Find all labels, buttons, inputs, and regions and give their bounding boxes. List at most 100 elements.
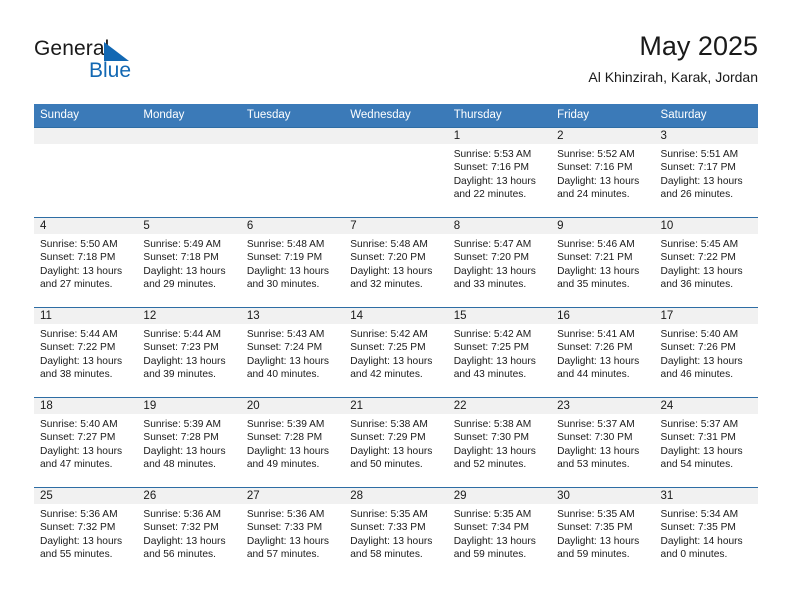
sunrise-text: Sunrise: 5:42 AM [350, 329, 428, 340]
daylight-text-line1: Daylight: 13 hours [40, 535, 123, 547]
day-number: 25 [34, 488, 138, 504]
daylight-text-line2: and 46 minutes. [660, 368, 734, 380]
sunset-text: Sunset: 7:27 PM [40, 432, 116, 444]
calendar-day-cell[interactable]: 19 Sunrise: 5:39 AM Sunset: 7:28 PM Dayligh… [137, 397, 241, 488]
daylight-text-line1: Daylight: 13 hours [557, 355, 640, 367]
daylight-text-line2: and 36 minutes. [660, 278, 734, 290]
daylight-text-line1: Daylight: 13 hours [143, 445, 226, 457]
calendar-day-cell[interactable]: 21 Sunrise: 5:38 AM Sunset: 7:29 PM Dayligh… [344, 397, 448, 488]
day-details: Sunrise: 5:44 AM Sunset: 7:22 PM Daylight:… [34, 324, 137, 381]
calendar-day-cell[interactable]: 18 Sunrise: 5:40 AM Sunset: 7:27 PM Dayligh… [34, 397, 138, 488]
calendar-day-cell[interactable]: 7 Sunrise: 5:48 AM Sunset: 7:20 PM Daylight… [344, 217, 448, 308]
sunrise-text: Sunrise: 5:38 AM [350, 419, 428, 430]
day-details: Sunrise: 5:39 AM Sunset: 7:28 PM Daylight:… [137, 414, 240, 471]
day-number: 2 [551, 128, 655, 144]
day-number [137, 128, 241, 144]
sunrise-text: Sunrise: 5:40 AM [660, 329, 739, 340]
day-details: Sunrise: 5:43 AM Sunset: 7:24 PM Daylight:… [241, 324, 344, 381]
day-number: 27 [240, 488, 345, 504]
calendar-day-cell[interactable]: 12 Sunrise: 5:44 AM Sunset: 7:23 PM Dayligh… [137, 307, 241, 398]
day-details: Sunrise: 5:48 AM Sunset: 7:19 PM Daylight:… [241, 234, 344, 291]
sunset-text: Sunset: 7:34 PM [453, 522, 530, 534]
calendar-day-cell[interactable]: 29 Sunrise: 5:35 AM Sunset: 7:34 PM Dayligh… [447, 487, 552, 578]
sunset-text: Sunset: 7:32 PM [143, 522, 219, 534]
calendar-day-cell[interactable]: 10 Sunrise: 5:45 AM Sunset: 7:22 PM Dayligh… [654, 217, 758, 308]
day-number: 12 [137, 308, 241, 324]
calendar-day-cell[interactable]: 25 Sunrise: 5:36 AM Sunset: 7:32 PM Dayligh… [34, 487, 138, 578]
calendar-day-cell[interactable]: 20 Sunrise: 5:39 AM Sunset: 7:28 PM Dayligh… [240, 397, 345, 488]
daylight-text-line1: Daylight: 14 hours [660, 535, 743, 547]
sunset-text: Sunset: 7:16 PM [453, 162, 530, 174]
sunset-text: Sunset: 7:20 PM [350, 252, 426, 264]
calendar-day-cell-empty [34, 127, 138, 218]
calendar-day-cell[interactable]: 1 Sunrise: 5:53 AM Sunset: 7:16 PM Daylight… [447, 127, 552, 218]
calendar-day-cell[interactable]: 4 Sunrise: 5:50 AM Sunset: 7:18 PM Daylight… [34, 217, 138, 308]
daylight-text-line2: and 50 minutes. [350, 458, 423, 470]
sunset-text: Sunset: 7:28 PM [246, 432, 323, 444]
day-details: Sunrise: 5:35 AM Sunset: 7:34 PM Daylight:… [448, 504, 551, 561]
sunset-text: Sunset: 7:20 PM [453, 252, 530, 264]
sunrise-text: Sunrise: 5:34 AM [660, 509, 739, 520]
weekday-header-saturday: Saturday [654, 104, 758, 128]
sunrise-text: Sunrise: 5:35 AM [557, 509, 635, 520]
daylight-text-line1: Daylight: 13 hours [557, 175, 640, 187]
calendar-day-cell[interactable]: 27 Sunrise: 5:36 AM Sunset: 7:33 PM Dayligh… [240, 487, 345, 578]
calendar-day-cell[interactable]: 22 Sunrise: 5:38 AM Sunset: 7:30 PM Dayligh… [447, 397, 552, 488]
calendar-day-cell[interactable]: 26 Sunrise: 5:36 AM Sunset: 7:32 PM Dayligh… [137, 487, 241, 578]
daylight-text-line2: and 59 minutes. [557, 548, 630, 560]
day-number: 23 [551, 398, 655, 414]
calendar-day-cell[interactable]: 23 Sunrise: 5:37 AM Sunset: 7:30 PM Dayligh… [551, 397, 655, 488]
calendar-day-cell[interactable]: 13 Sunrise: 5:43 AM Sunset: 7:24 PM Dayligh… [240, 307, 345, 398]
daylight-text-line2: and 26 minutes. [660, 188, 734, 200]
calendar-day-cell[interactable]: 28 Sunrise: 5:35 AM Sunset: 7:33 PM Dayligh… [344, 487, 448, 578]
day-number: 5 [137, 218, 241, 234]
calendar-day-cell[interactable]: 9 Sunrise: 5:46 AM Sunset: 7:21 PM Daylight… [551, 217, 655, 308]
daylight-text-line2: and 49 minutes. [246, 458, 320, 470]
calendar-day-cell[interactable]: 24 Sunrise: 5:37 AM Sunset: 7:31 PM Dayligh… [654, 397, 758, 488]
calendar-day-cell[interactable]: 2 Sunrise: 5:52 AM Sunset: 7:16 PM Daylight… [551, 127, 655, 218]
calendar-day-cell[interactable]: 6 Sunrise: 5:48 AM Sunset: 7:19 PM Daylight… [240, 217, 345, 308]
calendar-day-cell[interactable]: 31 Sunrise: 5:34 AM Sunset: 7:35 PM Dayligh… [654, 487, 758, 578]
sunset-text: Sunset: 7:17 PM [660, 162, 736, 174]
daylight-text-line2: and 35 minutes. [557, 278, 630, 290]
daylight-text-line1: Daylight: 13 hours [350, 535, 433, 547]
sunrise-text: Sunrise: 5:44 AM [143, 329, 222, 340]
sunrise-text: Sunrise: 5:39 AM [246, 419, 325, 430]
calendar-day-cell[interactable]: 15 Sunrise: 5:42 AM Sunset: 7:25 PM Dayligh… [447, 307, 552, 398]
calendar-day-cell[interactable]: 30 Sunrise: 5:35 AM Sunset: 7:35 PM Dayligh… [551, 487, 655, 578]
sunset-text: Sunset: 7:23 PM [143, 342, 219, 354]
daylight-text-line1: Daylight: 13 hours [246, 535, 329, 547]
calendar-day-cell[interactable]: 8 Sunrise: 5:47 AM Sunset: 7:20 PM Daylight… [447, 217, 552, 308]
sunrise-text: Sunrise: 5:40 AM [40, 419, 118, 430]
sunset-text: Sunset: 7:35 PM [660, 522, 736, 534]
daylight-text-line2: and 58 minutes. [350, 548, 423, 560]
daylight-text-line1: Daylight: 13 hours [453, 265, 536, 277]
sunset-text: Sunset: 7:18 PM [143, 252, 219, 264]
day-number: 4 [34, 218, 138, 234]
calendar-day-cell[interactable]: 14 Sunrise: 5:42 AM Sunset: 7:25 PM Dayligh… [344, 307, 448, 398]
daylight-text-line1: Daylight: 13 hours [557, 445, 640, 457]
day-details: Sunrise: 5:45 AM Sunset: 7:22 PM Daylight:… [655, 234, 758, 291]
calendar-day-cell[interactable]: 5 Sunrise: 5:49 AM Sunset: 7:18 PM Daylight… [137, 217, 241, 308]
day-details: Sunrise: 5:41 AM Sunset: 7:26 PM Daylight:… [551, 324, 654, 381]
day-number: 22 [447, 398, 552, 414]
daylight-text-line1: Daylight: 13 hours [660, 175, 743, 187]
sunset-text: Sunset: 7:32 PM [40, 522, 116, 534]
calendar-day-cell[interactable]: 17 Sunrise: 5:40 AM Sunset: 7:26 PM Dayligh… [654, 307, 758, 398]
calendar-day-cell[interactable]: 3 Sunrise: 5:51 AM Sunset: 7:17 PM Daylight… [654, 127, 758, 218]
daylight-text-line1: Daylight: 13 hours [143, 265, 226, 277]
day-details: Sunrise: 5:46 AM Sunset: 7:21 PM Daylight:… [551, 234, 654, 291]
day-number: 8 [447, 218, 552, 234]
daylight-text-line2: and 27 minutes. [40, 278, 113, 290]
sunrise-text: Sunrise: 5:41 AM [557, 329, 635, 340]
day-number: 31 [654, 488, 758, 504]
calendar-day-cell[interactable]: 11 Sunrise: 5:44 AM Sunset: 7:22 PM Dayligh… [34, 307, 138, 398]
calendar-day-cell[interactable]: 16 Sunrise: 5:41 AM Sunset: 7:26 PM Dayligh… [551, 307, 655, 398]
day-details: Sunrise: 5:40 AM Sunset: 7:26 PM Daylight:… [655, 324, 758, 381]
brand-logo[interactable]: General Blue [34, 36, 274, 88]
daylight-text-line1: Daylight: 13 hours [40, 445, 123, 457]
sunset-text: Sunset: 7:31 PM [660, 432, 736, 444]
day-details: Sunrise: 5:42 AM Sunset: 7:25 PM Daylight:… [448, 324, 551, 381]
day-number: 28 [344, 488, 448, 504]
daylight-text-line2: and 57 minutes. [246, 548, 320, 560]
